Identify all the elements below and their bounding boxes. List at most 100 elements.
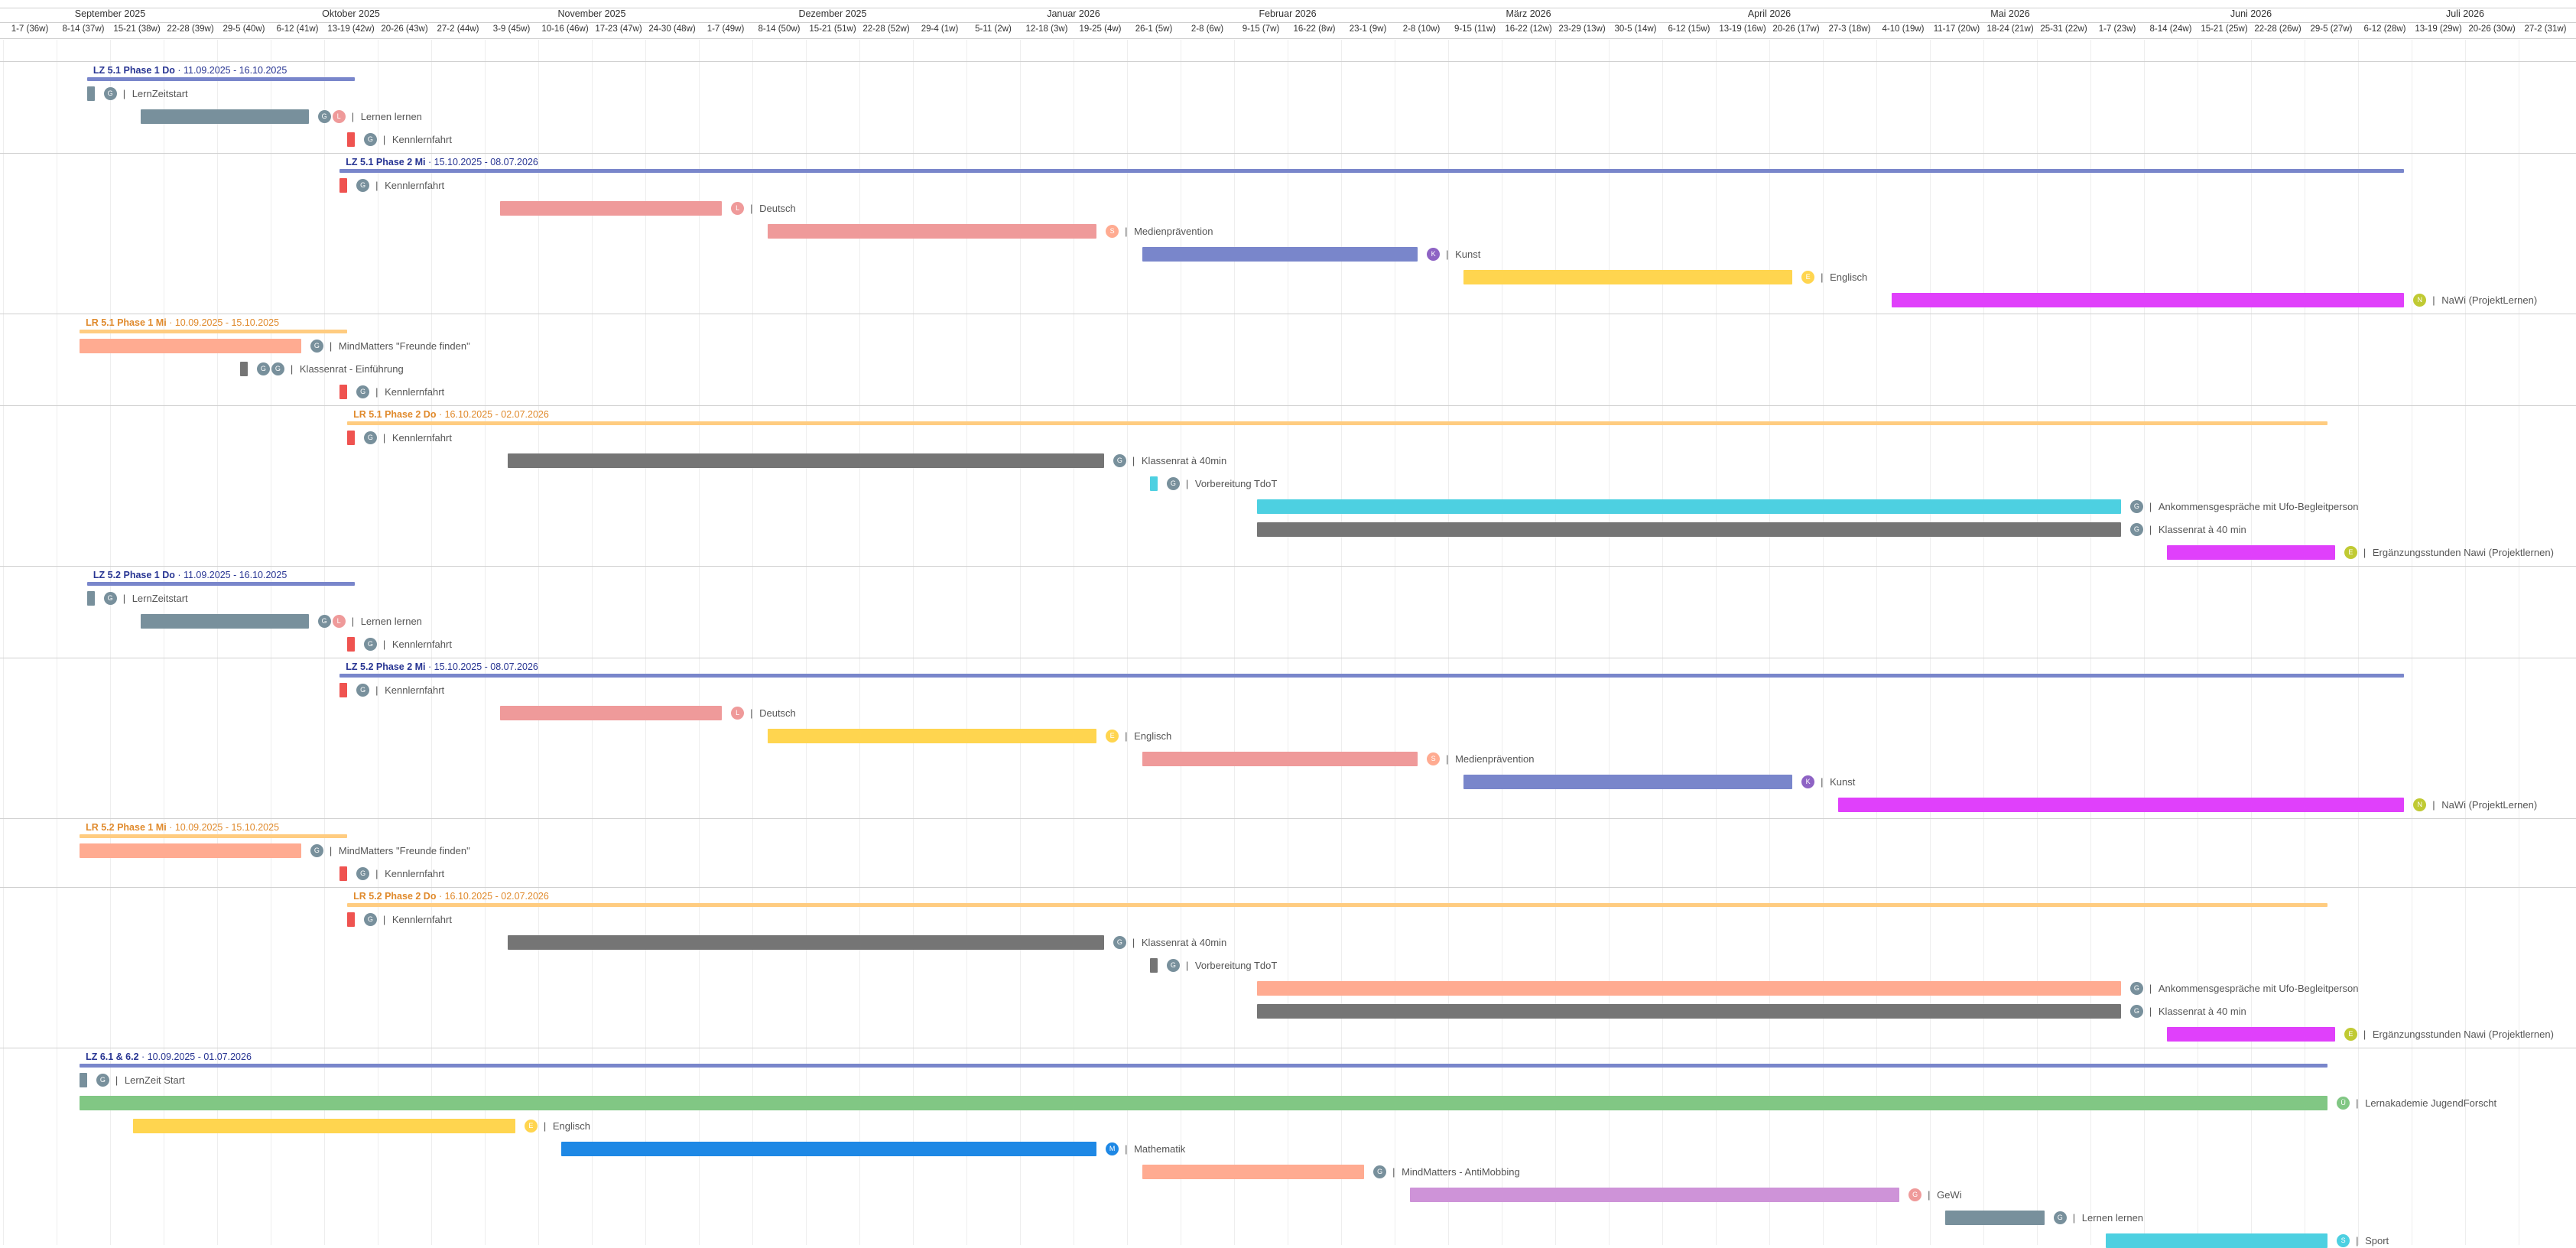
task-bar[interactable] bbox=[2167, 1027, 2335, 1042]
task-label[interactable]: Lernakademie JugendForscht bbox=[2365, 1097, 2496, 1109]
task-bar[interactable] bbox=[508, 935, 1104, 950]
task-label[interactable]: Vorbereitung TdoT bbox=[1195, 478, 1277, 489]
assignee-avatar[interactable]: G bbox=[1373, 1165, 1387, 1178]
task-label[interactable]: Ergänzungsstunden Nawi (Projektlernen) bbox=[2373, 1029, 2554, 1040]
assignee-avatar[interactable]: N bbox=[2413, 798, 2427, 811]
task-label[interactable]: GeWi bbox=[1937, 1189, 1962, 1201]
group-title[interactable]: LR 5.1 Phase 2 Do · 16.10.2025 - 02.07.2… bbox=[353, 409, 549, 420]
task-bar[interactable] bbox=[1463, 270, 1793, 284]
assignee-avatar[interactable]: G bbox=[356, 684, 370, 697]
assignee-avatar[interactable]: G bbox=[1113, 936, 1126, 949]
task-bar[interactable] bbox=[80, 1096, 2328, 1110]
task-label[interactable]: Kennlernfahrt bbox=[392, 134, 452, 145]
assignee-avatar[interactable]: G bbox=[103, 592, 117, 605]
task-bar[interactable] bbox=[347, 912, 355, 927]
task-label[interactable]: Deutsch bbox=[759, 203, 796, 214]
task-bar[interactable] bbox=[1142, 752, 1418, 766]
task-label[interactable]: Klassenrat - Einführung bbox=[300, 363, 404, 375]
assignee-avatar[interactable]: Ü bbox=[2337, 1097, 2350, 1110]
task-bar[interactable] bbox=[1463, 775, 1793, 789]
assignee-avatar[interactable]: G bbox=[2129, 523, 2143, 536]
assignee-avatar[interactable]: K bbox=[1801, 775, 1815, 788]
assignee-avatar[interactable]: E bbox=[2344, 546, 2357, 559]
task-bar[interactable] bbox=[339, 178, 348, 193]
task-label[interactable]: Mathematik bbox=[1134, 1143, 1185, 1155]
assignee-avatar[interactable]: G bbox=[356, 385, 370, 398]
task-bar[interactable] bbox=[80, 1073, 87, 1087]
task-bar[interactable] bbox=[500, 201, 723, 216]
assignee-avatar[interactable]: M bbox=[1106, 1142, 1119, 1155]
task-bar[interactable] bbox=[339, 385, 348, 399]
task-label[interactable]: Englisch bbox=[1830, 271, 1867, 283]
task-bar[interactable] bbox=[1945, 1211, 2045, 1225]
task-bar[interactable] bbox=[1892, 293, 2405, 307]
task-label[interactable]: Kunst bbox=[1830, 776, 1855, 788]
task-bar[interactable] bbox=[768, 224, 1097, 239]
assignee-avatar[interactable]: G bbox=[356, 179, 370, 192]
assignee-avatar[interactable]: G bbox=[310, 844, 323, 857]
assignee-avatar[interactable]: E bbox=[2344, 1028, 2357, 1041]
assignee-avatar[interactable]: G bbox=[256, 362, 270, 375]
task-bar[interactable] bbox=[561, 1142, 1097, 1156]
task-label[interactable]: NaWi (ProjektLernen) bbox=[2441, 294, 2537, 306]
task-bar[interactable] bbox=[80, 843, 301, 858]
task-label[interactable]: Klassenrat à 40min bbox=[1142, 937, 1226, 948]
group-title[interactable]: LZ 5.2 Phase 1 Do · 11.09.2025 - 16.10.2… bbox=[93, 570, 287, 580]
assignee-avatar[interactable]: S bbox=[2337, 1234, 2350, 1247]
task-label[interactable]: Kennlernfahrt bbox=[392, 432, 452, 444]
assignee-avatar[interactable]: E bbox=[1801, 271, 1815, 284]
task-bar[interactable] bbox=[1150, 476, 1158, 491]
assignee-avatar[interactable]: G bbox=[356, 867, 370, 880]
task-bar[interactable] bbox=[1838, 798, 2405, 812]
task-label[interactable]: Kennlernfahrt bbox=[392, 639, 452, 650]
task-bar[interactable] bbox=[1257, 1004, 2121, 1019]
group-title[interactable]: LZ 6.1 & 6.2 · 10.09.2025 - 01.07.2026 bbox=[86, 1051, 252, 1062]
task-label[interactable]: Kunst bbox=[1455, 249, 1480, 260]
assignee-avatar[interactable]: G bbox=[1166, 477, 1180, 490]
task-bar[interactable] bbox=[508, 453, 1104, 468]
task-label[interactable]: Kennlernfahrt bbox=[392, 914, 452, 925]
assignee-avatar[interactable]: G bbox=[363, 133, 377, 146]
assignee-avatar[interactable]: L bbox=[332, 110, 346, 123]
assignee-avatar[interactable]: N bbox=[2413, 294, 2427, 307]
assignee-avatar[interactable]: G bbox=[1113, 454, 1126, 467]
assignee-avatar[interactable]: K bbox=[1427, 248, 1441, 261]
assignee-avatar[interactable]: G bbox=[2129, 500, 2143, 513]
task-bar[interactable] bbox=[339, 866, 348, 881]
task-label[interactable]: Ankommensgespräche mit Ufo-Begleitperson bbox=[2159, 983, 2359, 994]
group-title[interactable]: LR 5.1 Phase 1 Mi · 10.09.2025 - 15.10.2… bbox=[86, 317, 279, 328]
task-bar[interactable] bbox=[140, 614, 309, 629]
assignee-avatar[interactable]: S bbox=[1106, 225, 1119, 238]
group-title[interactable]: LR 5.2 Phase 2 Do · 16.10.2025 - 02.07.2… bbox=[353, 891, 549, 902]
group-title[interactable]: LZ 5.1 Phase 1 Do · 11.09.2025 - 16.10.2… bbox=[93, 65, 287, 76]
task-bar[interactable] bbox=[347, 132, 355, 147]
assignee-avatar[interactable]: G bbox=[2129, 1005, 2143, 1018]
assignee-avatar[interactable]: S bbox=[1427, 752, 1441, 765]
task-label[interactable]: Ankommensgespräche mit Ufo-Begleitperson bbox=[2159, 501, 2359, 512]
task-bar[interactable] bbox=[140, 109, 309, 124]
task-label[interactable]: Lernen lernen bbox=[2082, 1212, 2143, 1224]
assignee-avatar[interactable]: G bbox=[363, 431, 377, 444]
task-label[interactable]: LernZeitstart bbox=[132, 88, 188, 99]
assignee-avatar[interactable]: G bbox=[1166, 959, 1180, 972]
task-label[interactable]: Ergänzungsstunden Nawi (Projektlernen) bbox=[2373, 547, 2554, 558]
assignee-avatar[interactable]: G bbox=[363, 638, 377, 651]
task-label[interactable]: Englisch bbox=[553, 1120, 590, 1132]
assignee-avatar[interactable]: L bbox=[731, 707, 745, 720]
task-bar[interactable] bbox=[2106, 1233, 2328, 1248]
assignee-avatar[interactable]: G bbox=[310, 340, 323, 353]
task-bar[interactable] bbox=[1257, 499, 2121, 514]
assignee-avatar[interactable]: G bbox=[1908, 1188, 1922, 1201]
group-title[interactable]: LZ 5.1 Phase 2 Mi · 15.10.2025 - 08.07.2… bbox=[346, 157, 538, 167]
assignee-avatar[interactable]: G bbox=[271, 362, 284, 375]
task-label[interactable]: Vorbereitung TdoT bbox=[1195, 960, 1277, 971]
task-bar[interactable] bbox=[2167, 545, 2335, 560]
task-label[interactable]: MindMatters "Freunde finden" bbox=[339, 340, 470, 352]
task-bar[interactable] bbox=[80, 339, 301, 353]
assignee-avatar[interactable]: G bbox=[363, 913, 377, 926]
task-bar[interactable] bbox=[347, 431, 355, 445]
task-bar[interactable] bbox=[86, 86, 95, 101]
task-bar[interactable] bbox=[133, 1119, 515, 1133]
task-bar[interactable] bbox=[1142, 1165, 1365, 1179]
assignee-avatar[interactable]: G bbox=[317, 615, 331, 628]
